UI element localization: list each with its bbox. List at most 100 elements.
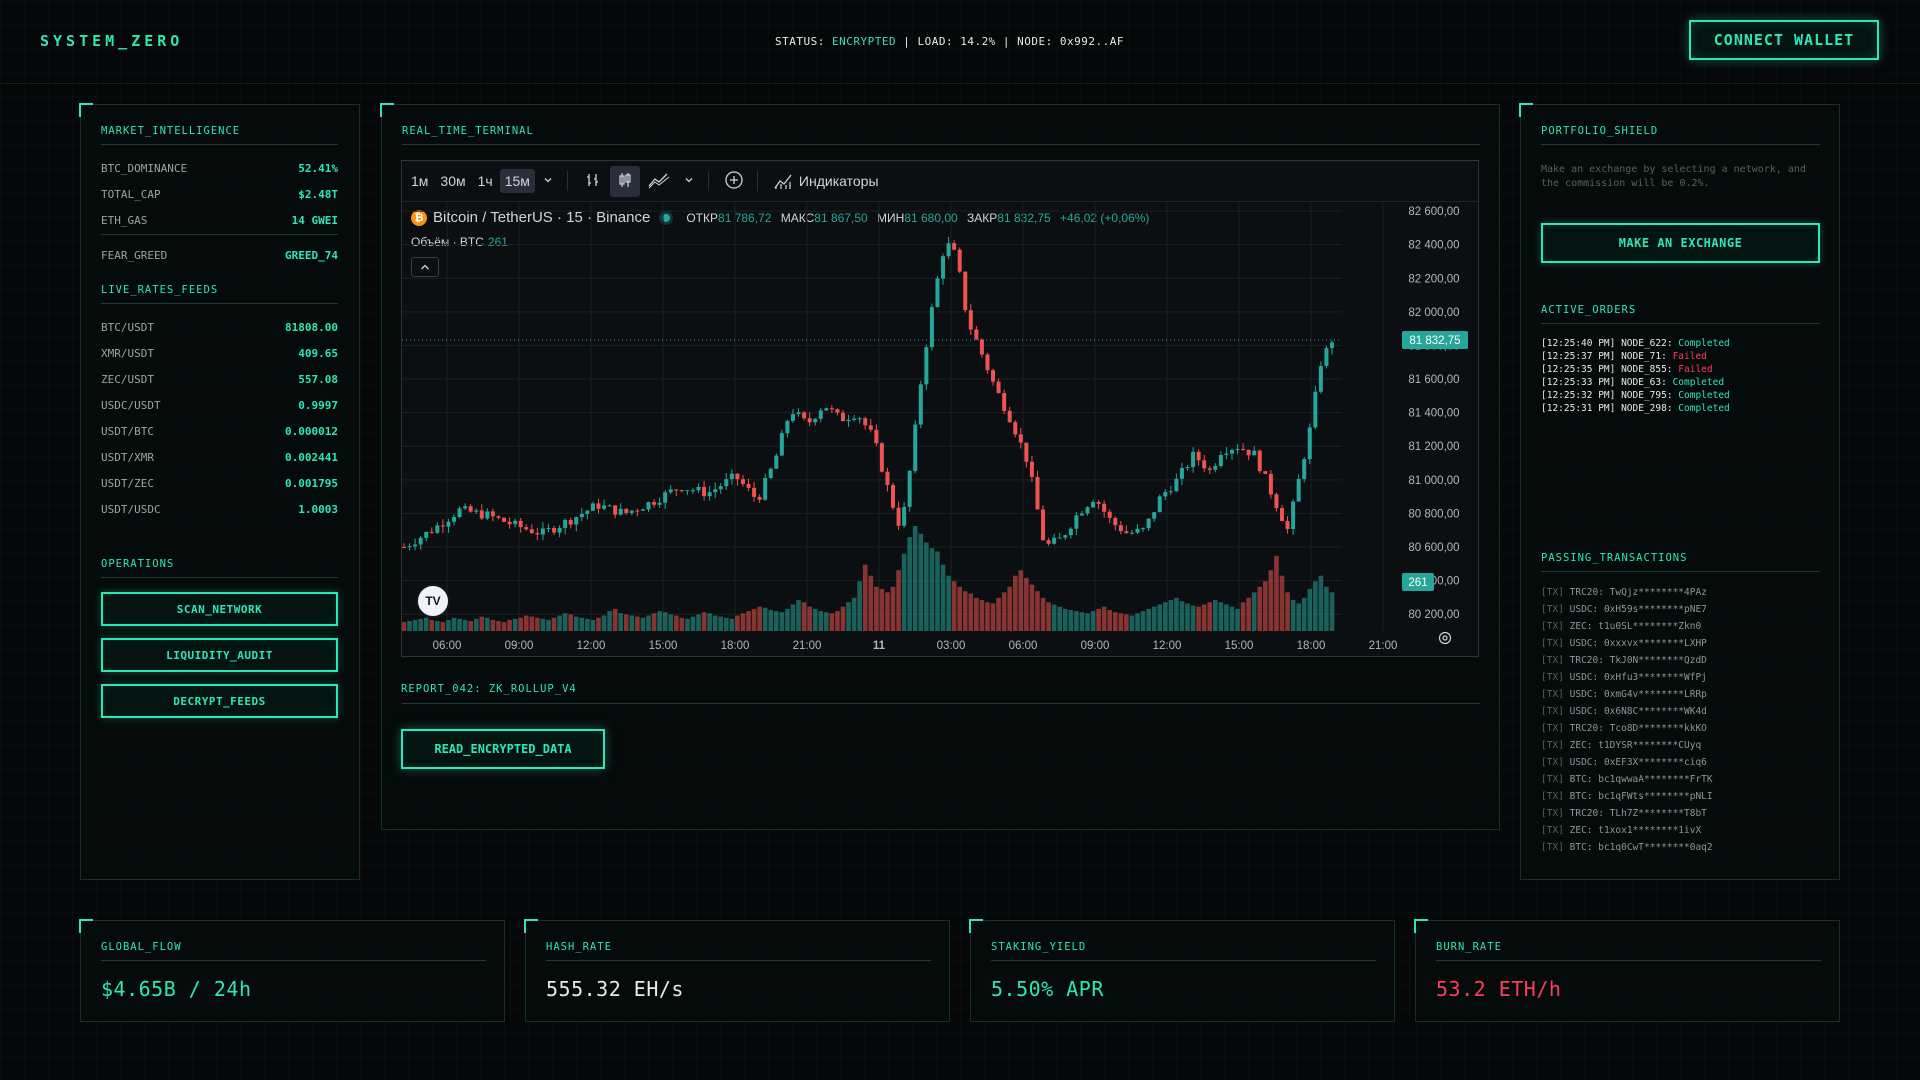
- candle-body: [1002, 392, 1007, 411]
- volume-bar: [879, 589, 885, 631]
- tx-value: TRC20: TkJ0N********QzdD: [1569, 655, 1707, 666]
- volume-bar: [768, 610, 774, 631]
- transaction-row: [TX] USDC: 0xHfu3********WfPj: [1541, 672, 1707, 683]
- candle-body: [1285, 521, 1290, 529]
- decrypt-feeds-button[interactable]: DECRYPT_FEEDS: [101, 684, 338, 718]
- tx-tag: [TX]: [1541, 808, 1564, 819]
- kpi-card-burn-rate: BURN_RATE 53.2 ETH/h: [1414, 919, 1840, 1022]
- area-style-icon[interactable]: [642, 166, 676, 197]
- interval-30m[interactable]: 30м: [435, 169, 470, 193]
- transaction-row: [TX] ZEC: t1u0SL********Zkn0: [1541, 621, 1701, 632]
- order-row: [12:25:32 PM] NODE_795: Completed: [1541, 390, 1730, 401]
- volume-bar: [857, 581, 862, 631]
- market-row: FEAR_GREED GREED_74: [101, 249, 338, 262]
- exchange-description: Make an exchange by selecting a network,…: [1541, 164, 1806, 189]
- real-time-terminal-title: REAL_TIME_TERMINAL: [402, 125, 534, 137]
- chart-settings-icon[interactable]: [1438, 631, 1452, 650]
- volume-bar: [1229, 606, 1235, 631]
- volume-bar: [1062, 608, 1068, 631]
- tx-value: USDC: 0xmG4v********LRRp: [1569, 689, 1707, 700]
- tx-value: TRC20: Tco8D********kkKO: [1569, 723, 1707, 734]
- volume-bar: [1235, 608, 1240, 631]
- status-badge: Failed: [1678, 364, 1713, 375]
- liquidity-audit-button[interactable]: LIQUIDITY_AUDIT: [101, 638, 338, 672]
- volume-bar: [1085, 613, 1090, 631]
- candle-body: [891, 484, 896, 508]
- x-tick-label: 18:00: [1297, 640, 1326, 652]
- volume-bar: [523, 615, 529, 631]
- candle-body: [1035, 476, 1040, 510]
- y-tick-label: 82 400,00: [1408, 240, 1459, 252]
- interval-1h[interactable]: 1ч: [473, 169, 498, 193]
- volume-bar: [662, 612, 668, 631]
- candle-body: [524, 527, 529, 530]
- candle-body: [946, 243, 951, 257]
- make-exchange-button[interactable]: MAKE AN EXCHANGE: [1541, 223, 1820, 263]
- volume-bar: [590, 619, 596, 631]
- scan-network-button[interactable]: SCAN_NETWORK: [101, 592, 338, 626]
- candle-body: [779, 433, 784, 456]
- last-price-label: 81 832,75: [1409, 335, 1460, 347]
- candle-body: [707, 492, 712, 497]
- chart-toolbar: 1м 30м 1ч 15м Индикаторы: [402, 161, 1478, 202]
- candle-body: [690, 490, 695, 492]
- tx-value: ZEC: t1xox1********1ivX: [1569, 825, 1702, 836]
- candle-body: [513, 520, 518, 525]
- volume-bar: [490, 619, 496, 631]
- volume-bar: [812, 608, 818, 631]
- volume-bar: [1029, 584, 1035, 631]
- volume-bar: [535, 617, 540, 631]
- candle-body: [1124, 531, 1129, 534]
- volume-bar: [874, 586, 879, 631]
- volume-bar: [957, 586, 962, 631]
- volume-bar: [1251, 592, 1257, 631]
- read-encrypted-data-button[interactable]: READ_ENCRYPTED_DATA: [401, 729, 605, 769]
- volume-bar: [601, 615, 607, 631]
- candle-body: [729, 473, 734, 480]
- market-open-dot: [662, 213, 671, 222]
- candle-body: [835, 409, 840, 413]
- volume-bar: [685, 618, 690, 631]
- status-badge: Failed: [1672, 351, 1707, 362]
- candle-body: [463, 506, 468, 509]
- candle-body: [652, 502, 657, 505]
- volume-bar: [985, 602, 990, 631]
- indicators-button[interactable]: Индикаторы: [768, 168, 884, 194]
- candle-body: [1102, 503, 1107, 512]
- candle-body: [1268, 473, 1273, 495]
- candles-style-icon[interactable]: [609, 165, 640, 197]
- volume-bar: [1146, 608, 1151, 631]
- volume-bar: [479, 616, 485, 631]
- compare-add-icon[interactable]: [719, 166, 749, 197]
- chart-style-dropdown-icon[interactable]: [678, 169, 700, 193]
- volume-bar: [1246, 597, 1251, 631]
- candle-body: [429, 531, 434, 533]
- x-tick-label: 12:00: [1153, 640, 1182, 652]
- candle-body: [540, 528, 545, 535]
- interval-dropdown-icon[interactable]: [537, 169, 559, 193]
- interval-1m[interactable]: 1м: [406, 169, 433, 193]
- x-tick-label: 15:00: [1225, 640, 1254, 652]
- candle-body: [1107, 511, 1112, 519]
- candle-body: [1229, 450, 1234, 454]
- connect-wallet-button[interactable]: CONNECT WALLET: [1689, 20, 1879, 60]
- price-chart-widget[interactable]: 1м 30м 1ч 15м Индикаторы ₿ Bitcoin / Tet…: [401, 160, 1479, 657]
- tx-value: BTC: bc1q0CwT********0aq2: [1569, 842, 1713, 853]
- transaction-row: [TX] BTC: bc1qFWts********pNLI: [1541, 791, 1713, 802]
- tradingview-logo-icon[interactable]: TV: [416, 584, 450, 618]
- volume-bar: [1012, 575, 1018, 631]
- bar-chart-style-icon[interactable]: [578, 166, 608, 197]
- interval-15m[interactable]: 15м: [499, 169, 535, 193]
- collapse-legend-button[interactable]: [411, 257, 439, 277]
- volume-bar: [824, 612, 829, 631]
- rate-row: XMR/USDT 409.65: [101, 347, 338, 360]
- candle-body: [1129, 532, 1134, 534]
- last-price-tag: [1402, 330, 1468, 349]
- corner-accent: [1519, 103, 1533, 117]
- transaction-row: [TX] TRC20: Tco8D********kkKO: [1541, 723, 1707, 734]
- kpi-title: BURN_RATE: [1436, 941, 1502, 953]
- order-row: [12:25:31 PM] NODE_298: Completed: [1541, 403, 1730, 414]
- candle-body: [413, 544, 418, 547]
- volume-bar: [885, 592, 890, 631]
- candle-body: [1196, 451, 1201, 461]
